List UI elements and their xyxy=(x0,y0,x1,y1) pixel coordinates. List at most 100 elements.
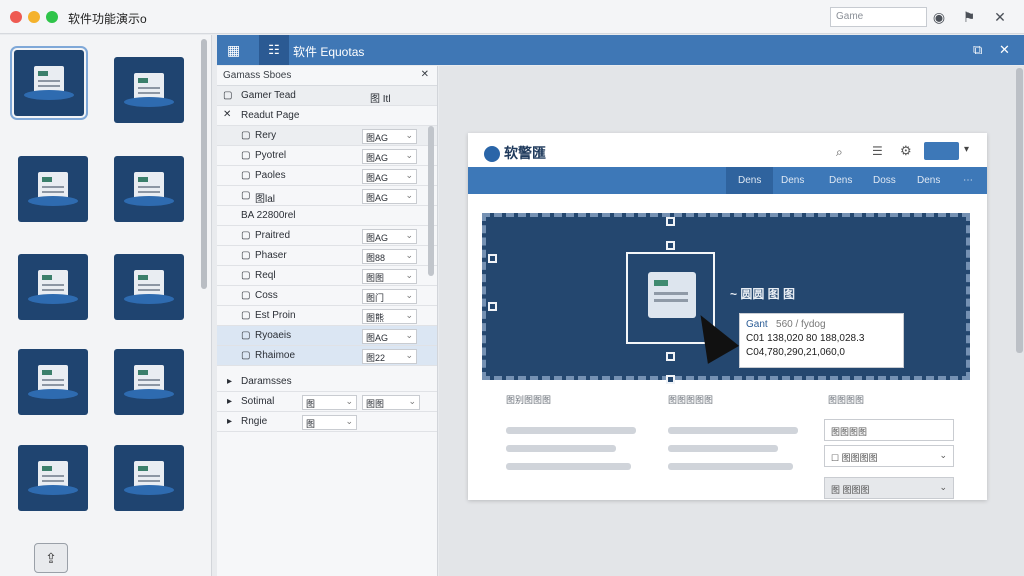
placeholder-line xyxy=(668,427,798,434)
window-title: 软件功能演示o xyxy=(68,12,147,26)
scrollbar[interactable] xyxy=(428,126,434,276)
site-nav: Dens Dens Dens Doss Dens ⋯ xyxy=(468,167,987,194)
scrollbar[interactable] xyxy=(201,39,207,289)
page-preview: 软警匯 ⌕ ☰ ⚙ ▾ Dens Dens Dens Doss Dens ⋯ ~… xyxy=(468,133,987,500)
nav-item[interactable]: Dens xyxy=(738,175,761,186)
value-select[interactable]: 图AG ⌄ xyxy=(362,329,417,344)
value-select[interactable]: 图AG ⌄ xyxy=(362,149,417,164)
close-icon[interactable]: ✕ xyxy=(421,69,429,80)
value-select[interactable]: 图 ⌄ xyxy=(302,395,357,410)
chevron-right-icon: ▸ xyxy=(227,396,233,407)
export-icon[interactable]: ⇪ xyxy=(34,543,68,573)
placeholder-line xyxy=(506,427,636,434)
property-row[interactable]: ▢ Phaser 图88 ⌄ xyxy=(217,246,437,266)
value-select[interactable]: 图22 ⌄ xyxy=(362,349,417,364)
more-icon[interactable]: ⋯ xyxy=(963,175,973,186)
property-row[interactable]: ▢ Reql 图图 ⌄ xyxy=(217,266,437,286)
resize-handle[interactable] xyxy=(488,254,497,263)
placeholder-line xyxy=(668,463,793,470)
nav-item[interactable]: Dens xyxy=(829,175,852,186)
group-row[interactable]: ▸ Rngie 图 ⌄ xyxy=(217,412,437,432)
resize-handle[interactable] xyxy=(488,302,497,311)
property-row[interactable]: ▢ Rery 图AG ⌄ xyxy=(217,126,437,146)
value-select[interactable]: 图熊 ⌄ xyxy=(362,309,417,324)
search-icon[interactable]: ⌕ xyxy=(836,145,843,160)
property-row[interactable]: ▢ Praitred 图AG ⌄ xyxy=(217,226,437,246)
property-row[interactable]: ▢ Ryoaeis 图AG ⌄ xyxy=(217,326,437,346)
placeholder-line xyxy=(668,445,778,452)
close-icon[interactable]: ✕ xyxy=(999,42,1010,58)
thumbnail-item[interactable] xyxy=(18,445,88,511)
thumbnail-item[interactable] xyxy=(18,349,88,415)
property-row[interactable]: ▢ Est Proin 图熊 ⌄ xyxy=(217,306,437,326)
value-select[interactable]: 图AG ⌄ xyxy=(362,169,417,184)
property-row[interactable]: ▢ 图lal 图AG ⌄ xyxy=(217,186,437,206)
thumbnail-item[interactable] xyxy=(114,57,184,123)
thumbnail-item[interactable] xyxy=(18,156,88,222)
close-icon[interactable]: ✕ xyxy=(991,8,1009,26)
thumbnail-item[interactable] xyxy=(10,46,88,120)
zoom-window-button[interactable] xyxy=(46,11,58,23)
thumbnail-item[interactable] xyxy=(114,156,184,222)
gear-icon[interactable]: ⚙ xyxy=(900,143,912,159)
close-icon: ✕ xyxy=(223,109,232,120)
property-row[interactable]: ▢ Pyotrel 图AG ⌄ xyxy=(217,146,437,166)
chevron-right-icon: ▸ xyxy=(227,376,233,387)
comment-icon: ▢ xyxy=(223,90,233,101)
group-row[interactable]: ▸ Daramsses xyxy=(217,372,437,392)
property-row[interactable]: ▢ Gamer Tead 图 Itl xyxy=(217,86,437,106)
thumbnail-item[interactable] xyxy=(114,254,184,320)
primary-button[interactable] xyxy=(924,142,959,160)
resize-handle[interactable] xyxy=(666,217,675,226)
nav-item[interactable]: Doss xyxy=(873,175,896,186)
panel-icon[interactable]: ☷ xyxy=(259,35,289,65)
thumbnail-item[interactable] xyxy=(114,445,184,511)
value-select[interactable]: 图图 ⌄ xyxy=(362,395,420,410)
nav-item[interactable]: Dens xyxy=(917,175,940,186)
form-field[interactable]: 图 图图图 ⌄ xyxy=(824,477,954,499)
form-field[interactable]: 图图图图 xyxy=(824,419,954,441)
editor-header: ▦ ☷ 软件 Equotas ⧉ ✕ xyxy=(217,35,1024,65)
logo-icon xyxy=(484,146,500,163)
nav-item[interactable]: Dens xyxy=(781,175,804,186)
minimize-window-button[interactable] xyxy=(28,11,40,23)
placeholder-line xyxy=(506,445,616,452)
thumbnail-item[interactable] xyxy=(114,349,184,415)
value-select[interactable]: 图 ⌄ xyxy=(302,415,357,430)
property-row[interactable]: ▢ Coss 图门 ⌄ xyxy=(217,286,437,306)
chevron-right-icon: ▸ xyxy=(227,416,233,427)
resize-handle[interactable] xyxy=(666,241,675,250)
hero-heading: ~ 圆圆 图 图 xyxy=(730,287,796,301)
column-heading: 图图图图图 xyxy=(668,395,714,405)
property-row[interactable]: ▢ Paoles 图AG ⌄ xyxy=(217,166,437,186)
close-window-button[interactable] xyxy=(10,11,22,23)
thumbnail-item[interactable] xyxy=(18,254,88,320)
value-select[interactable]: 图88 ⌄ xyxy=(362,249,417,264)
grid-icon[interactable]: ▦ xyxy=(227,42,240,59)
scrollbar[interactable] xyxy=(1016,68,1023,353)
editor-title: 软件 Equotas xyxy=(293,45,365,59)
value-select[interactable]: 图图 ⌄ xyxy=(362,269,417,284)
properties-panel: Gamass Sboes ✕ ▢ Gamer Tead 图 Itl ✕ Read… xyxy=(217,66,438,576)
group-row[interactable]: ▸ Sotimal 图 ⌄ 图图 ⌄ xyxy=(217,392,437,412)
info-tooltip: Gant 560 / fydog C01 138,020 80 188,028.… xyxy=(739,313,904,368)
document-icon xyxy=(648,272,696,318)
value-select[interactable]: 图AG ⌄ xyxy=(362,189,417,204)
resize-handle[interactable] xyxy=(666,375,675,384)
search-input[interactable]: Game xyxy=(830,7,927,27)
property-row[interactable]: ✕ Readut Page xyxy=(217,106,437,126)
popout-icon[interactable]: ⧉ xyxy=(973,42,982,58)
value-select[interactable]: 图AG ⌄ xyxy=(362,229,417,244)
site-logo: 软警匯 xyxy=(484,143,546,163)
resize-handle[interactable] xyxy=(666,352,675,361)
chevron-down-icon[interactable]: ▾ xyxy=(964,144,969,155)
sliders-icon[interactable]: ☰ xyxy=(872,144,883,158)
placeholder-line xyxy=(506,463,631,470)
info-icon[interactable]: ◉ xyxy=(930,8,948,26)
property-row[interactable]: ▢ Rhaimoe 图22 ⌄ xyxy=(217,346,437,366)
hero-section[interactable]: ~ 圆圆 图 图 Gant 560 / fydog C01 138,020 80… xyxy=(482,213,970,384)
form-field[interactable]: ☐ 图图图图 ⌄ xyxy=(824,445,954,467)
value-select[interactable]: 图AG ⌄ xyxy=(362,129,417,144)
flag-icon[interactable]: ⚑ xyxy=(960,8,978,26)
value-select[interactable]: 图门 ⌄ xyxy=(362,289,417,304)
